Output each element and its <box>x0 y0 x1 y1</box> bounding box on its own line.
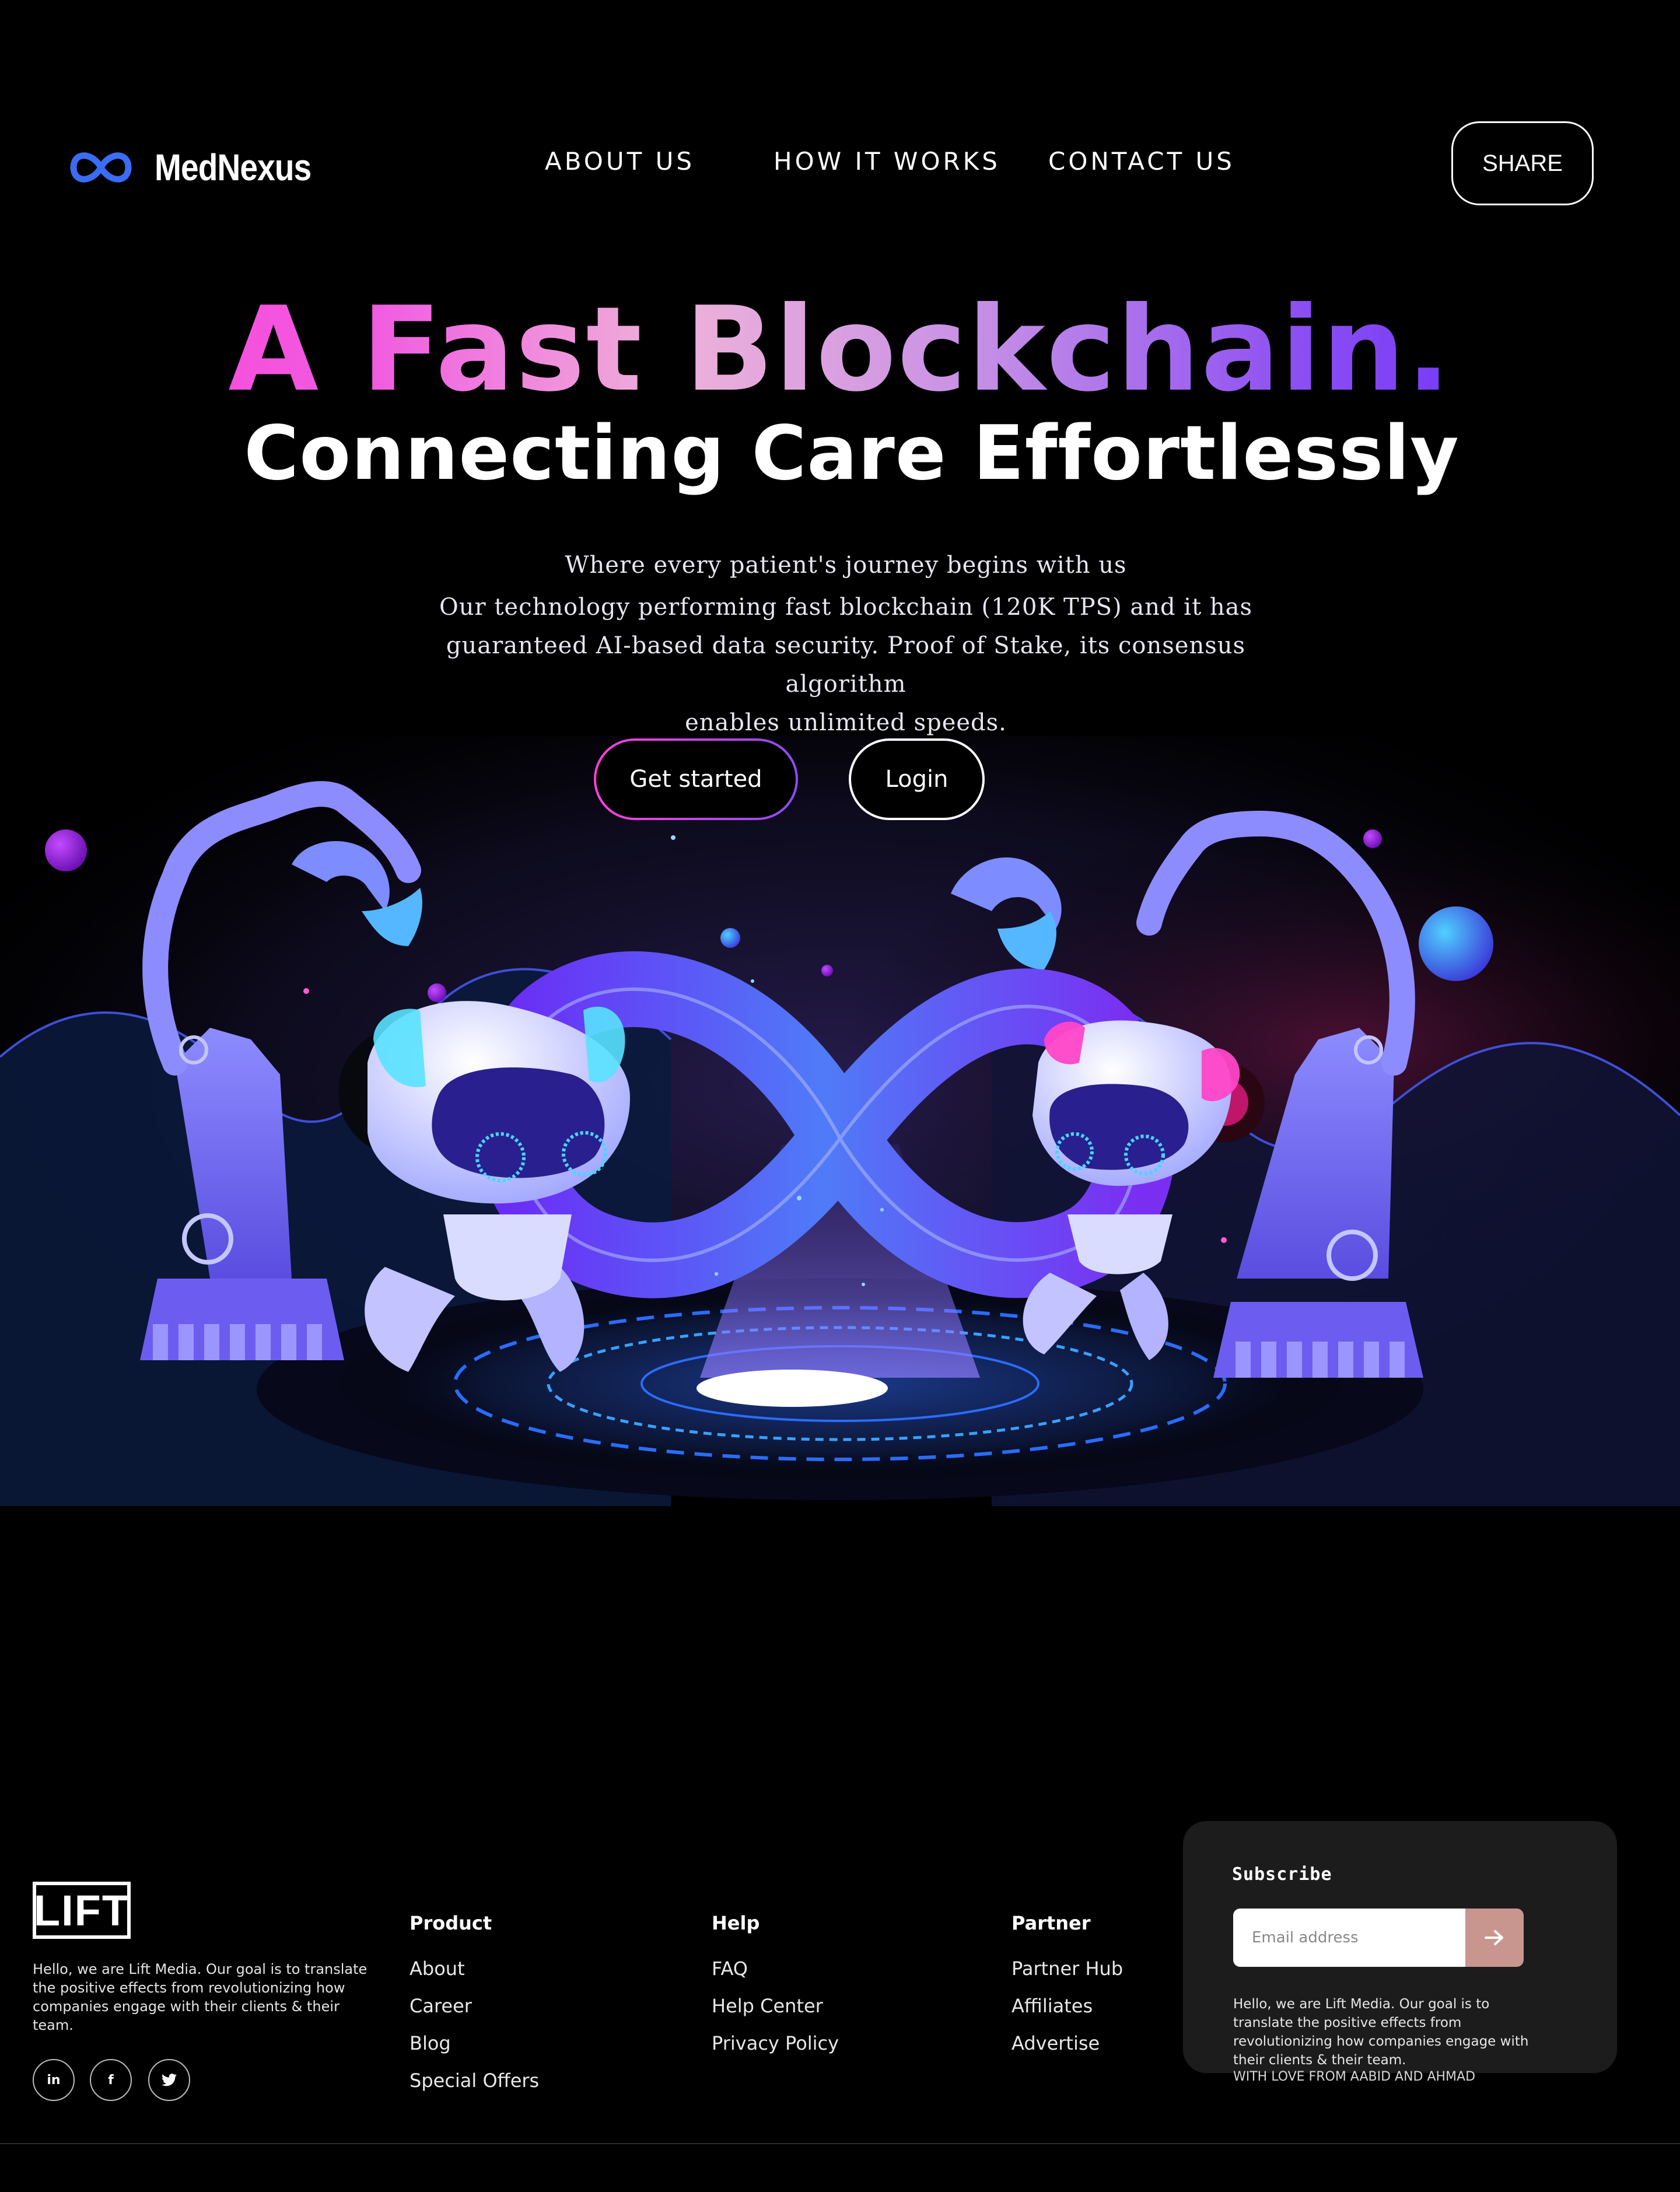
footer-help-heading: Help <box>712 1912 760 1934</box>
share-button[interactable]: SHARE <box>1451 121 1594 205</box>
footer-link-partner-hub[interactable]: Partner Hub <box>1012 1958 1123 1980</box>
footer-about-text: Hello, we are Lift Media. Our goal is to… <box>33 1961 368 2033</box>
nav-contact-us[interactable]: CONTACT US <box>1048 147 1235 176</box>
twitter-icon[interactable] <box>148 2059 190 2101</box>
footer-link-about[interactable]: About <box>410 1958 465 1980</box>
footer-credit: WITH LOVE FROM AABID AND AHMAD <box>1233 2070 1476 2084</box>
footer-divider <box>0 2143 1680 2144</box>
subscribe-submit-button[interactable] <box>1465 1909 1524 1967</box>
hero-description: Where every patient's journey begins wit… <box>408 546 1283 742</box>
login-button[interactable]: Login <box>849 738 985 820</box>
subscribe-title: Subscribe <box>1232 1864 1332 1885</box>
footer-partner-heading: Partner <box>1012 1912 1091 1934</box>
arrow-right-icon <box>1485 1930 1503 1945</box>
footer-link-blog[interactable]: Blog <box>410 2032 451 2054</box>
facebook-icon[interactable]: f <box>90 2059 132 2101</box>
hero-description-line: guaranteed AI-based data security. Proof… <box>446 632 1246 698</box>
subscribe-description: Hello, we are Lift Media. Our goal is to… <box>1233 1997 1529 2068</box>
nav-how-it-works[interactable]: HOW IT WORKS <box>774 147 1000 176</box>
email-input[interactable] <box>1233 1909 1465 1967</box>
nav-about-us[interactable]: ABOUT US <box>545 147 695 176</box>
footer-logo: LIFT <box>33 1882 131 1939</box>
brand-name: MedNexus <box>155 146 312 188</box>
hero-subtitle: Connecting Care Effortlessly <box>244 410 1460 497</box>
footer-link-privacy-policy[interactable]: Privacy Policy <box>712 2032 839 2054</box>
infinity-logo-icon <box>70 152 132 183</box>
hero-title: A Fast Blockchain. <box>0 292 1680 408</box>
footer-link-faq[interactable]: FAQ <box>712 1958 748 1980</box>
brand-logo[interactable]: MedNexus <box>67 146 337 189</box>
footer-link-affiliates[interactable]: Affiliates <box>1012 1995 1093 2017</box>
footer-product-heading: Product <box>410 1912 492 1934</box>
robots-infinity-illustration <box>0 736 1680 1506</box>
footer-link-career[interactable]: Career <box>410 1995 472 2017</box>
footer-link-help-center[interactable]: Help Center <box>712 1995 823 2017</box>
twitter-bird-icon <box>162 2074 177 2086</box>
linkedin-icon[interactable]: in <box>33 2059 75 2101</box>
footer-link-special-offers[interactable]: Special Offers <box>410 2070 539 2092</box>
get-started-button[interactable]: Get started <box>594 738 798 820</box>
hero-description-line: Where every patient's journey begins wit… <box>565 552 1127 579</box>
footer-link-advertise[interactable]: Advertise <box>1012 2032 1100 2054</box>
hero-description-line: Our technology performing fast blockchai… <box>439 594 1253 621</box>
